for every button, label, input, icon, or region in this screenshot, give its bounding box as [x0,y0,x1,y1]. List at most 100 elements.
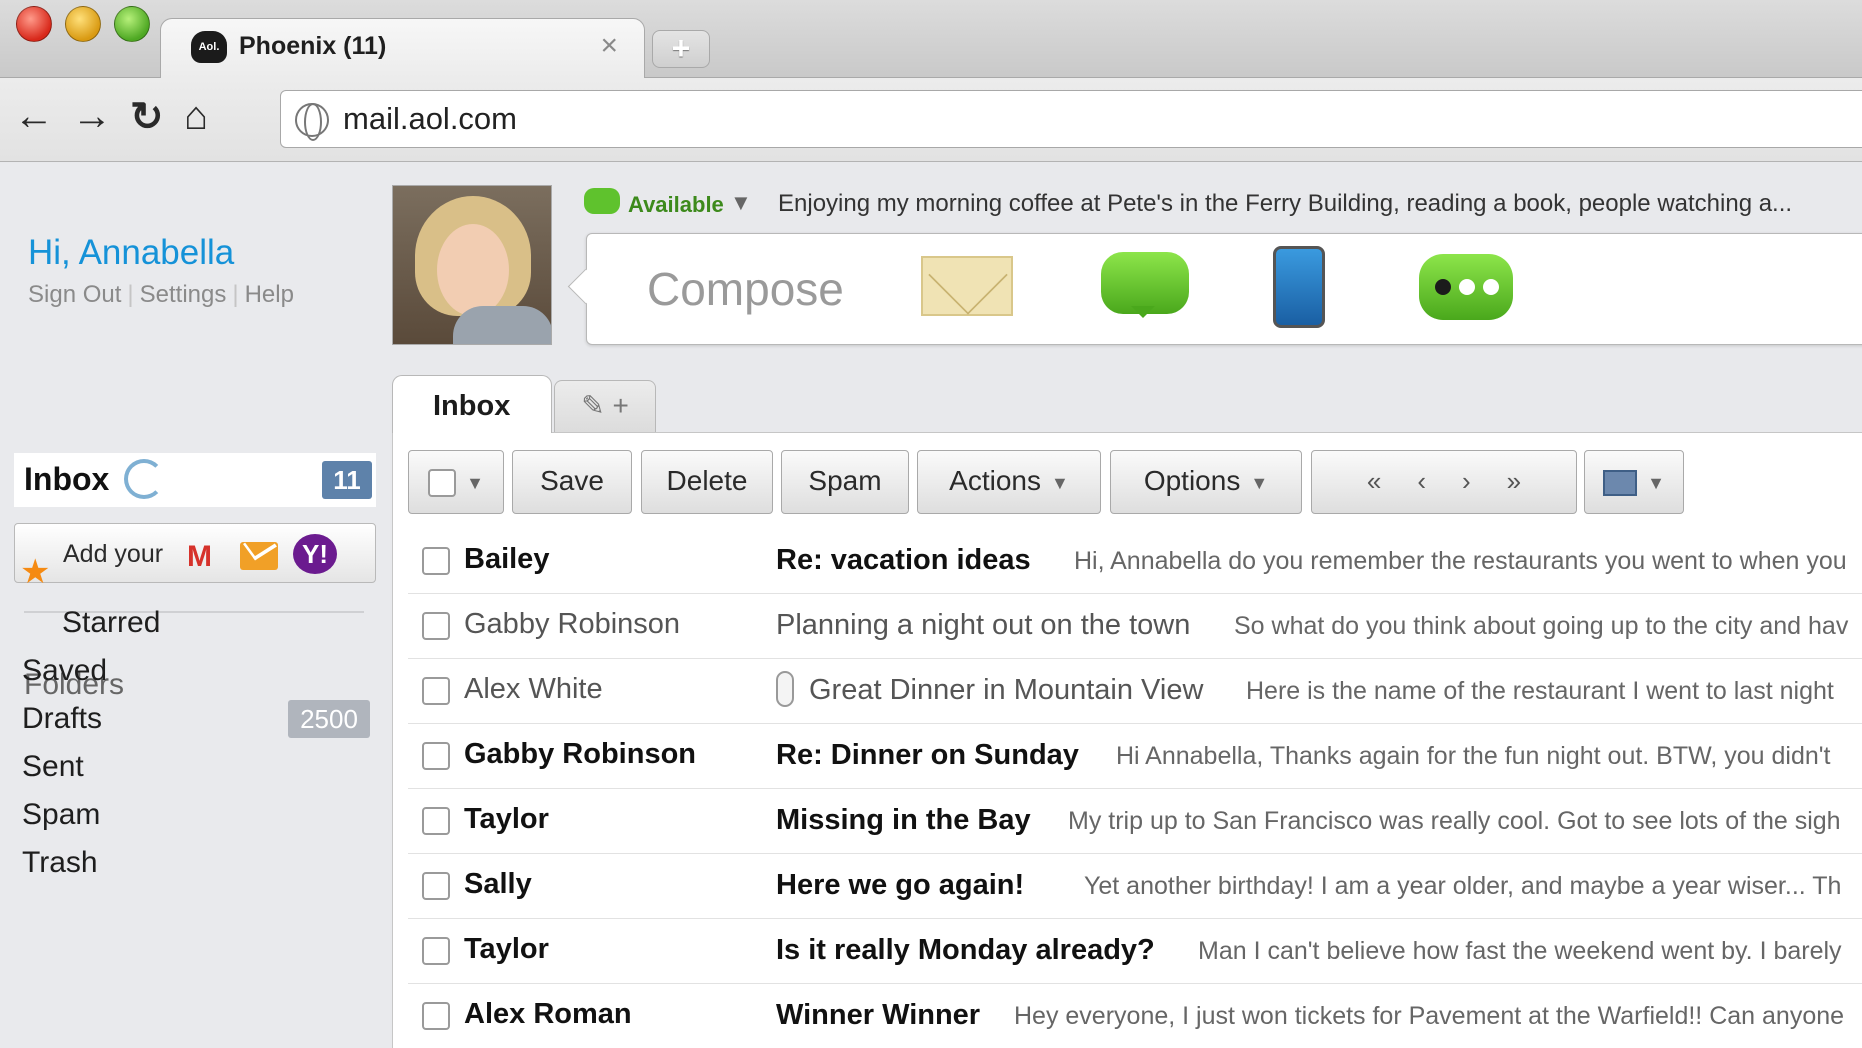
chevron-down-icon: ▼ [466,472,484,493]
forward-arrow-icon[interactable]: → [72,94,112,139]
folder-sent[interactable]: Sent [22,750,84,784]
folder-drafts[interactable]: Drafts [22,702,102,736]
message-subject: Re: Dinner on Sunday [776,739,1079,771]
back-arrow-icon[interactable]: ← [14,94,54,139]
chevron-down-icon[interactable]: ▼ [730,190,752,216]
compose-panel: Compose [586,233,1862,345]
message-subject: Here we go again! [776,869,1025,901]
message-preview: Man I can't believe how fast the weekend… [1198,937,1842,965]
aol-logo-icon: Aol. [191,31,227,63]
address-bar[interactable]: mail.aol.com [280,90,1862,148]
pager: « ‹ › » [1311,450,1577,514]
message-preview: My trip up to San Francisco was really c… [1068,807,1841,835]
actions-label: Actions [949,465,1041,496]
browser-tab[interactable]: Aol. Phoenix (11) × [160,18,645,79]
message-preview: Hey everyone, I just won tickets for Pav… [1014,1002,1845,1030]
add-account-button[interactable]: Add your M Y! [14,523,376,583]
folder-starred[interactable]: Starred [62,606,160,640]
message-row[interactable]: Gabby Robinson Planning a night out on t… [408,594,1862,659]
message-preview: So what do you think about going up to t… [1234,612,1849,640]
tab-inbox-label: Inbox [433,390,511,422]
list-view-icon [1603,469,1638,496]
message-row[interactable]: Alex Roman Winner Winner Hey everyone, I… [408,984,1862,1048]
actions-dropdown[interactable]: Actions ▼ [917,450,1101,514]
row-checkbox[interactable] [422,1002,450,1030]
settings-link[interactable]: Settings [140,281,227,308]
refresh-icon[interactable] [124,459,164,499]
delete-button[interactable]: Delete [641,450,773,514]
tab-close-icon[interactable]: × [600,29,618,63]
new-tab-button[interactable]: + [652,30,710,68]
row-checkbox[interactable] [422,807,450,835]
message-preview: Here is the name of the restaurant I wen… [1246,677,1834,705]
folder-spam[interactable]: Spam [22,798,100,832]
more-options-icon[interactable] [1419,254,1513,320]
status-message[interactable]: Enjoying my morning coffee at Pete's in … [778,190,1792,218]
row-checkbox[interactable] [422,547,450,575]
select-all-dropdown[interactable]: ▼ [408,450,504,514]
close-window-button[interactable] [16,6,52,42]
message-sender: Taylor [464,803,549,835]
envelope-icon[interactable] [921,256,1013,316]
message-row[interactable]: Taylor Missing in the Bay My trip up to … [408,789,1862,854]
zoom-window-button[interactable] [114,6,150,42]
window-titlebar: Aol. Phoenix (11) × + [0,0,1862,79]
options-dropdown[interactable]: Options ▼ [1110,450,1302,514]
message-sender: Gabby Robinson [464,738,696,770]
compose-button[interactable]: Compose [647,262,844,316]
attachment-icon [776,671,794,707]
message-sender: Sally [464,868,532,900]
row-checkbox[interactable] [422,677,450,705]
save-button[interactable]: Save [512,450,632,514]
sidebar: Hi, Annabella Sign Out | Settings | Help Inb… [0,163,390,1048]
chat-bubble-icon[interactable] [1101,252,1189,318]
message-preview: Yet another birthday! I am a year older,… [1084,872,1842,900]
first-page-button[interactable]: « [1367,466,1381,496]
next-page-button[interactable]: › [1462,466,1471,496]
address-url[interactable]: mail.aol.com [343,101,517,137]
message-subject: Missing in the Bay [776,804,1031,836]
message-sender: Gabby Robinson [464,608,681,640]
sidebar-item-inbox[interactable]: Inbox 11 [14,453,376,507]
minimize-window-button[interactable] [65,6,101,42]
message-row[interactable]: Taylor Is it really Monday already? Man … [408,919,1862,984]
home-icon[interactable]: ⌂ [184,94,208,139]
chevron-down-icon: ▼ [1051,472,1069,493]
message-subject: Winner Winner [776,999,981,1031]
spam-button[interactable]: Spam [781,450,909,514]
message-row[interactable]: Sally Here we go again! Yet another birt… [408,854,1862,919]
avatar[interactable] [392,185,552,345]
mobile-phone-icon[interactable] [1273,246,1325,328]
tab-inbox[interactable]: Inbox [392,375,552,433]
reload-icon[interactable]: ↻ [130,94,164,140]
message-row[interactable]: Bailey Re: vacation ideas Hi, Annabella … [408,529,1862,594]
globe-icon [295,103,329,141]
options-label: Options [1143,465,1241,496]
speech-bubble-icon [584,188,620,214]
sign-out-link[interactable]: Sign Out [28,281,121,308]
greeting: Hi, Annabella [28,233,235,272]
prev-page-button[interactable]: ‹ [1417,466,1426,496]
help-link[interactable]: Help [245,281,294,308]
availability-status[interactable]: Available [628,192,724,218]
folder-trash[interactable]: Trash [22,846,98,880]
message-row[interactable]: Alex White Great Dinner in Mountain View… [408,659,1862,724]
message-sender: Bailey [464,543,550,575]
select-all-checkbox[interactable] [428,468,457,497]
message-row[interactable]: Gabby Robinson Re: Dinner on Sunday Hi A… [408,724,1862,789]
inbox-unread-badge: 11 [322,461,372,499]
last-page-button[interactable]: » [1507,466,1521,496]
new-compose-tab-button[interactable]: ✎ + [554,380,656,432]
row-checkbox[interactable] [422,742,450,770]
message-subject: Re: vacation ideas [776,544,1031,576]
folder-saved[interactable]: Saved [22,654,107,688]
row-checkbox[interactable] [422,612,450,640]
row-checkbox[interactable] [422,937,450,965]
chevron-down-icon: ▼ [1250,472,1269,493]
view-dropdown[interactable]: ▼ [1584,450,1684,514]
star-icon: ★ [20,553,51,591]
row-checkbox[interactable] [422,872,450,900]
message-sender: Alex Roman [464,998,632,1030]
message-preview: Hi Annabella, Thanks again for the fun n… [1116,742,1831,770]
message-subject: Is it really Monday already? [776,934,1155,966]
